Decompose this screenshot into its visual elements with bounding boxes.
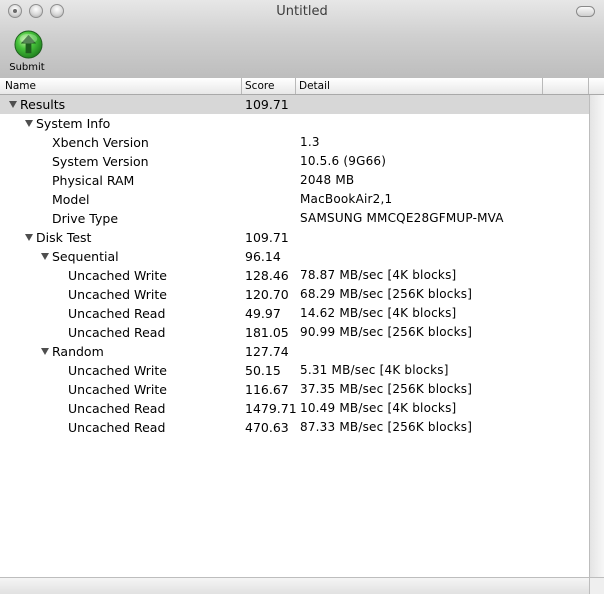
submit-label: Submit	[9, 62, 45, 73]
row-detail: 10.5.6 (9G66)	[300, 154, 387, 168]
toolbar-toggle-button[interactable]	[576, 6, 595, 17]
row-detail: SAMSUNG MMCQE28GFMUP-MVA	[300, 211, 504, 225]
app-window: Untitled Submit Name Score Detail Result…	[0, 0, 604, 594]
outline-row[interactable]: Physical RAM 2048 MB	[0, 171, 589, 190]
row-score: 50.15	[245, 363, 281, 378]
resize-corner[interactable]	[589, 577, 604, 594]
outline-row[interactable]: Random 127.74	[0, 342, 589, 361]
outline-row[interactable]: Uncached Write 128.46 78.87 MB/sec [4K b…	[0, 266, 589, 285]
row-name: Uncached Write	[68, 268, 167, 283]
row-detail: 37.35 MB/sec [256K blocks]	[300, 382, 473, 396]
outline-row[interactable]: Uncached Write 50.15 5.31 MB/sec [4K blo…	[0, 361, 589, 380]
row-detail: 90.99 MB/sec [256K blocks]	[300, 325, 473, 339]
row-name: Uncached Read	[68, 306, 166, 321]
outline-row[interactable]: System Info	[0, 114, 589, 133]
row-name: Uncached Read	[68, 325, 166, 340]
row-name: Uncached Write	[68, 287, 167, 302]
outline-row[interactable]: Results 109.71	[0, 95, 589, 114]
row-score: 49.97	[245, 306, 281, 321]
disclosure-triangle-icon[interactable]	[41, 253, 49, 260]
outline-row[interactable]: System Version 10.5.6 (9G66)	[0, 152, 589, 171]
row-name: Xbench Version	[52, 135, 149, 150]
row-score: 120.70	[245, 287, 289, 302]
row-name: Uncached Write	[68, 363, 167, 378]
row-detail: 68.29 MB/sec [256K blocks]	[300, 287, 473, 301]
toolbar: Untitled Submit	[0, 0, 604, 79]
row-name: Disk Test	[36, 230, 92, 245]
window-title: Untitled	[276, 4, 328, 19]
row-score: 128.46	[245, 268, 289, 283]
row-name: Results	[20, 97, 66, 112]
column-header-name[interactable]: Name	[5, 79, 36, 93]
row-name: System Version	[52, 154, 149, 169]
submit-button[interactable]: Submit	[4, 28, 50, 76]
row-score: 127.74	[245, 344, 289, 359]
row-detail: 5.31 MB/sec [4K blocks]	[300, 363, 449, 377]
row-score: 1479.71	[245, 401, 297, 416]
row-detail: 78.87 MB/sec [4K blocks]	[300, 268, 457, 282]
column-divider	[588, 78, 589, 94]
row-score: 116.67	[245, 382, 289, 397]
row-detail: 10.49 MB/sec [4K blocks]	[300, 401, 457, 415]
outline-row[interactable]: Uncached Write 120.70 68.29 MB/sec [256K…	[0, 285, 589, 304]
column-divider[interactable]	[542, 78, 543, 94]
table-header: Name Score Detail	[0, 78, 604, 95]
row-name: Uncached Read	[68, 401, 166, 416]
outline-row[interactable]: Disk Test 109.71	[0, 228, 589, 247]
row-detail: 1.3	[300, 135, 320, 149]
submit-arrow-icon	[14, 30, 43, 59]
row-score: 109.71	[245, 230, 289, 245]
row-detail: 2048 MB	[300, 173, 355, 187]
row-detail: MacBookAir2,1	[300, 192, 393, 206]
row-name: Uncached Write	[68, 382, 167, 397]
row-detail: 14.62 MB/sec [4K blocks]	[300, 306, 457, 320]
row-detail: 87.33 MB/sec [256K blocks]	[300, 420, 473, 434]
row-score: 470.63	[245, 420, 289, 435]
horizontal-scrollbar[interactable]	[0, 577, 589, 594]
column-divider[interactable]	[241, 78, 242, 94]
row-name: Random	[52, 344, 104, 359]
row-name: Drive Type	[52, 211, 119, 226]
row-name: Uncached Read	[68, 420, 166, 435]
row-name: Physical RAM	[52, 173, 135, 188]
outline-row[interactable]: Sequential 96.14	[0, 247, 589, 266]
outline-row[interactable]: Model MacBookAir2,1	[0, 190, 589, 209]
row-name: System Info	[36, 116, 111, 131]
disclosure-triangle-icon[interactable]	[41, 348, 49, 355]
disclosure-triangle-icon[interactable]	[25, 234, 33, 241]
outline-row[interactable]: Xbench Version 1.3	[0, 133, 589, 152]
row-name: Model	[52, 192, 90, 207]
row-score: 181.05	[245, 325, 289, 340]
disclosure-triangle-icon[interactable]	[9, 101, 17, 108]
outline-view[interactable]: Results 109.71 System Info Xbench Versio…	[0, 95, 589, 577]
row-score: 109.71	[245, 97, 289, 112]
column-divider[interactable]	[295, 78, 296, 94]
outline-row[interactable]: Drive Type SAMSUNG MMCQE28GFMUP-MVA	[0, 209, 589, 228]
outline-row[interactable]: Uncached Read 49.97 14.62 MB/sec [4K blo…	[0, 304, 589, 323]
row-name: Sequential	[52, 249, 119, 264]
vertical-scrollbar[interactable]	[589, 95, 604, 577]
disclosure-triangle-icon[interactable]	[25, 120, 33, 127]
row-score: 96.14	[245, 249, 281, 264]
outline-row[interactable]: Uncached Read 1479.71 10.49 MB/sec [4K b…	[0, 399, 589, 418]
column-header-score[interactable]: Score	[245, 79, 274, 93]
column-header-detail[interactable]: Detail	[299, 79, 330, 93]
outline-row[interactable]: Uncached Read 181.05 90.99 MB/sec [256K …	[0, 323, 589, 342]
outline-row[interactable]: Uncached Read 470.63 87.33 MB/sec [256K …	[0, 418, 589, 437]
outline-row[interactable]: Uncached Write 116.67 37.35 MB/sec [256K…	[0, 380, 589, 399]
